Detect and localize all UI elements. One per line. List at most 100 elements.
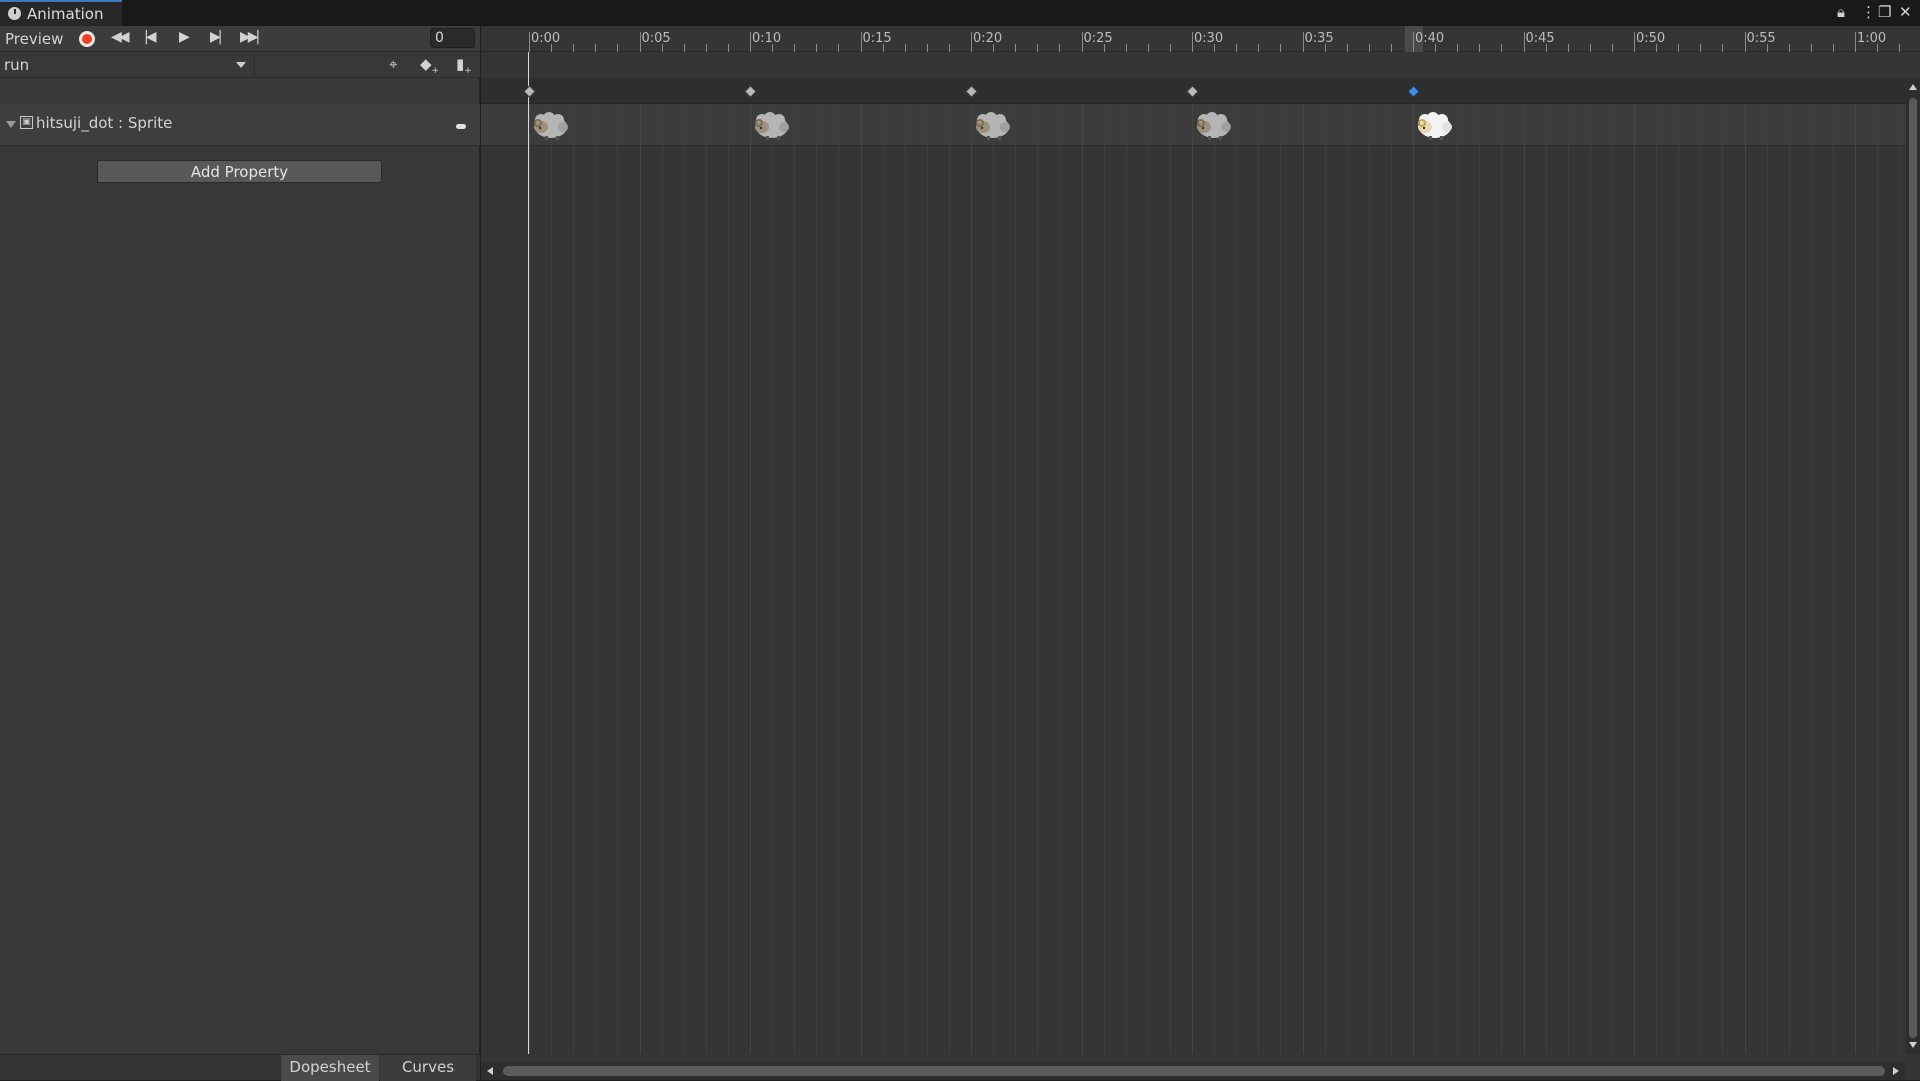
chevron-down-icon[interactable]	[6, 121, 16, 128]
playhead[interactable]	[528, 52, 529, 1054]
ruler-minor-tick	[1280, 44, 1282, 52]
scroll-left-icon[interactable]	[487, 1067, 493, 1075]
property-label: hitsuji_dot : Sprite	[36, 114, 173, 132]
ruler-major-tick	[1081, 32, 1083, 52]
ruler-label: 0:30	[1194, 31, 1224, 46]
last-key-icon[interactable]: ▶▶|	[240, 29, 260, 45]
ruler-minor-tick	[617, 44, 619, 52]
sheep-sprite-icon[interactable]	[971, 109, 1011, 141]
ruler-minor-tick	[926, 44, 928, 52]
grid-line	[794, 104, 796, 1054]
sheep-sprite-icon[interactable]	[750, 109, 790, 141]
grid-line	[573, 104, 575, 1054]
sprite-icon: ▣	[20, 116, 33, 129]
play-icon[interactable]: ▶	[179, 29, 190, 45]
preview-toggle[interactable]: Preview	[5, 30, 63, 48]
summary-track	[481, 52, 1920, 78]
grid-line	[926, 104, 928, 1054]
animation-tab[interactable]: Animation	[0, 0, 122, 26]
sheep-sprite-icon[interactable]	[1192, 109, 1232, 141]
grid-line	[1457, 104, 1459, 1054]
clip-dropdown[interactable]: run	[0, 53, 255, 76]
ruler-minor-tick	[1059, 44, 1061, 52]
frame-input[interactable]	[430, 28, 475, 48]
grid-line	[1744, 104, 1746, 1054]
sheep-sprite-icon[interactable]	[1413, 109, 1453, 141]
grid-line	[1788, 104, 1790, 1054]
ruler-major-tick	[639, 32, 641, 52]
ruler-minor-tick	[1147, 44, 1149, 52]
ruler-label: 0:55	[1746, 31, 1776, 46]
grid-line	[727, 104, 729, 1054]
ruler-minor-tick	[948, 44, 950, 52]
grid-line	[1147, 104, 1149, 1054]
prev-key-icon[interactable]: |◀	[144, 29, 157, 45]
ruler-label: 0:20	[973, 31, 1003, 46]
scroll-up-icon[interactable]	[1909, 84, 1917, 90]
ruler-minor-tick	[904, 44, 906, 52]
filter-icon[interactable]: ⌖	[389, 55, 397, 73]
dopesheet-area[interactable]: 0:00 0:05 0:10 0:15 0:20 0:25 0:30 0:35 0:40 0:45…	[481, 26, 1920, 1080]
tab-dopesheet[interactable]: Dopesheet	[281, 1055, 379, 1081]
grid-line	[1899, 104, 1901, 1054]
grid-line	[1810, 104, 1812, 1054]
grid-line	[1766, 104, 1768, 1054]
ruler-label: 0:05	[641, 31, 671, 46]
first-key-icon[interactable]: ◀◀	[111, 29, 129, 45]
vertical-scrollbar[interactable]	[1906, 78, 1920, 1054]
vertical-scroll-thumb[interactable]	[1909, 98, 1917, 1038]
grid-line	[1081, 104, 1083, 1054]
grid-line	[1236, 104, 1238, 1054]
ruler-minor-tick	[816, 44, 818, 52]
ruler-minor-tick	[1037, 44, 1039, 52]
grid-line	[1501, 104, 1503, 1054]
grid-line	[1678, 104, 1680, 1054]
grid-line	[661, 104, 663, 1054]
grid-line	[551, 104, 553, 1054]
ruler-minor-tick	[1258, 44, 1260, 52]
title-bar: Animation 🔒︎ ⋮ ❐ ✕	[0, 0, 1920, 26]
add-event-icon[interactable]: ▮+	[456, 55, 472, 76]
property-panel: Preview ◀◀ |◀ ▶ ▶| ▶▶| run ⌖ ◆+ ▮+ ▣ hit…	[0, 26, 480, 1081]
grid-line	[1037, 104, 1039, 1054]
grid-line	[1192, 104, 1193, 1054]
ruler-minor-tick	[573, 44, 575, 52]
record-button[interactable]	[79, 31, 95, 47]
ruler-minor-tick	[1346, 44, 1348, 52]
ruler-label: 0:25	[1083, 31, 1113, 46]
grid-line	[1435, 104, 1437, 1054]
ruler-label: 0:35	[1304, 31, 1334, 46]
ruler-label: 1:00	[1857, 31, 1887, 46]
lock-icon[interactable]: 🔒︎	[1837, 3, 1845, 21]
horizontal-scrollbar[interactable]	[481, 1062, 1906, 1080]
scroll-right-icon[interactable]	[1893, 1067, 1899, 1075]
grid-line	[1589, 104, 1591, 1054]
keyframe-track[interactable]	[481, 78, 1920, 104]
add-property-button[interactable]: Add Property	[97, 160, 382, 183]
grid-line	[1479, 104, 1481, 1054]
add-keyframe-icon[interactable]: ◆+	[420, 55, 439, 76]
ruler-minor-tick	[1169, 44, 1171, 52]
ruler-label: 0:15	[862, 31, 892, 46]
time-ruler[interactable]: 0:00 0:05 0:10 0:15 0:20 0:25 0:30 0:35 0:40 0:45…	[481, 26, 1920, 52]
next-key-icon[interactable]: ▶|	[210, 29, 223, 45]
tab-curves[interactable]: Curves	[380, 1055, 476, 1081]
chevron-down-icon	[236, 62, 246, 68]
ruler-minor-tick	[1810, 44, 1812, 52]
grid-line	[617, 104, 619, 1054]
horizontal-scroll-thumb[interactable]	[503, 1066, 1885, 1076]
property-row[interactable]: ▣ hitsuji_dot : Sprite	[0, 104, 480, 146]
maximize-icon[interactable]: ❐	[1878, 3, 1891, 21]
remove-property-icon[interactable]	[456, 124, 466, 129]
grid-line	[1567, 104, 1569, 1054]
kebab-menu-icon[interactable]: ⋮	[1861, 3, 1876, 21]
grid-line	[1855, 104, 1856, 1054]
ruler-major-tick	[750, 32, 751, 52]
ruler-minor-tick	[1611, 44, 1613, 52]
close-icon[interactable]: ✕	[1899, 3, 1912, 21]
scroll-down-icon[interactable]	[1909, 1042, 1917, 1048]
grid-line	[1656, 104, 1658, 1054]
ruler-minor-tick	[1015, 44, 1017, 52]
sheep-sprite-icon[interactable]	[529, 109, 569, 141]
ruler-label: 0:00	[531, 31, 561, 46]
